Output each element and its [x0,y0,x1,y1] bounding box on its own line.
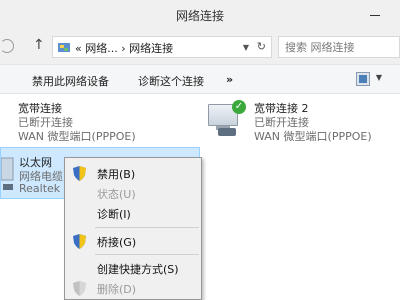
view-dropdown-icon[interactable]: ▼ [376,73,382,82]
connection-device: WAN 微型端口(PPPOE) [254,130,372,143]
change-view-icon[interactable] [356,72,370,86]
refresh-icon[interactable]: ↻ [257,40,266,53]
menu-item-disable[interactable]: 禁用(B) [65,163,201,183]
menu-item-label: 诊断(I) [97,208,131,221]
computer-network-icon: ✓ [204,100,246,138]
uac-shield-icon [73,234,86,249]
menu-separator [95,254,199,255]
menu-item-status: 状态(U) [65,183,201,203]
disable-device-command[interactable]: 禁用此网络设备 [32,73,109,89]
title-bar: 网络连接 [0,0,400,30]
breadcrumb[interactable]: « 网络... › 网络连接 [75,40,173,56]
menu-item-delete: 删除(D) [65,278,201,298]
menu-item-bridge[interactable]: 桥接(G) [65,231,201,251]
menu-item-diagnose[interactable]: 诊断(I) [65,203,201,223]
uac-shield-icon [73,166,86,181]
search-input[interactable] [285,38,400,56]
connection-item-broadband-2[interactable]: ✓ 宽带连接 2 已断开连接 WAN 微型端口(PPPOE) [200,100,400,146]
menu-item-label: 桥接(G) [97,236,137,249]
menu-item-label: 删除(D) [97,283,137,296]
menu-separator [95,227,199,228]
address-row: ↑ « 网络... › 网络连接 ▼ ↻ [0,30,400,64]
menu-item-label: 状态(U) [97,188,136,201]
command-bar: 禁用此网络设备 诊断这个连接 » ▼ [0,64,400,94]
window-title: 网络连接 [175,9,224,23]
connection-device: Realtek [19,182,61,195]
menu-item-label: 创建快捷方式(S) [97,263,179,276]
uac-shield-icon [73,281,86,296]
menu-item-create-shortcut[interactable]: 创建快捷方式(S) [65,258,201,278]
connection-device: WAN 微型端口(PPPOE) [18,130,136,143]
up-arrow-icon[interactable]: ↑ [33,38,47,54]
more-commands-button[interactable]: » [226,73,233,86]
diagnose-connection-command[interactable]: 诊断这个连接 [138,73,204,89]
ethernet-icon [1,157,14,190]
check-icon: ✓ [232,100,246,114]
connection-item-broadband-1[interactable]: 宽带连接 已断开连接 WAN 微型端口(PPPOE) [0,100,180,146]
address-bar[interactable]: « 网络... › 网络连接 ▼ ↻ [52,36,272,58]
address-dropdown-icon[interactable]: ▼ [243,43,249,52]
menu-item-label: 禁用(B) [97,168,136,181]
forward-icon[interactable] [0,39,14,53]
network-folder-icon [58,43,70,52]
minimize-button[interactable] [368,6,382,20]
context-menu: 禁用(B) 状态(U) 诊断(I) 桥接(G) 创建快捷方式(S) 删除(D) [64,157,202,300]
search-box[interactable] [278,36,400,58]
